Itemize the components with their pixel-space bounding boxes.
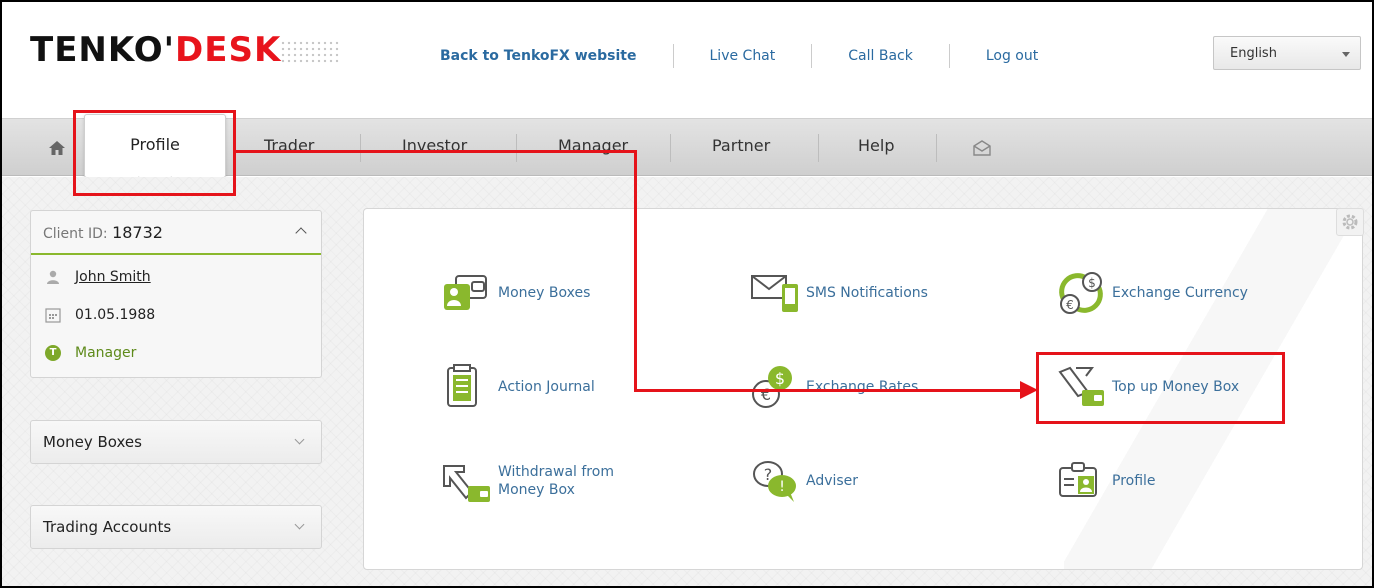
action-journal-icon	[447, 364, 477, 407]
language-value: English	[1230, 46, 1277, 61]
divider	[936, 134, 937, 162]
tile-money-boxes[interactable]: Money Boxes	[442, 270, 590, 316]
chevron-down-icon	[1342, 52, 1350, 57]
tile-money-boxes-label: Money Boxes	[498, 285, 591, 301]
logo-desk: DESK	[175, 30, 282, 70]
svg-text:€: €	[761, 385, 771, 404]
role-badge-icon: T	[45, 345, 61, 361]
client-id-value: 18732	[112, 223, 163, 242]
client-info-panel: Client ID: 18732 John Smith 01.05.1988 T…	[30, 210, 322, 378]
tile-exchange-rates-label: Exchange Rates	[806, 379, 919, 395]
tile-sms-notifications-label: SMS Notifications	[806, 285, 928, 301]
trading-accounts-section[interactable]: Trading Accounts	[30, 505, 322, 549]
tile-adviser[interactable]: ? ! Adviser	[750, 458, 858, 504]
logo-dots-decoration	[280, 40, 340, 64]
tile-profile[interactable]: Profile	[1056, 458, 1156, 504]
svg-text:!: !	[779, 479, 785, 495]
language-select[interactable]: English	[1213, 36, 1361, 70]
money-boxes-section-title: Money Boxes	[43, 433, 142, 451]
tile-exchange-rates[interactable]: € $ Exchange Rates	[750, 364, 918, 410]
svg-text:€: €	[1066, 298, 1074, 312]
logo-tenko: TENKO'	[30, 30, 176, 70]
chevron-up-icon[interactable]	[295, 227, 307, 239]
trading-accounts-section-title: Trading Accounts	[43, 518, 172, 536]
home-icon[interactable]	[48, 139, 66, 157]
nav-help[interactable]: Help	[858, 136, 894, 155]
calendar-icon	[45, 308, 61, 323]
client-role: Manager	[75, 345, 137, 361]
tile-exchange-currency-label: Exchange Currency	[1112, 285, 1248, 301]
tile-withdrawal-label: Withdrawal from Money Box	[498, 463, 614, 499]
tile-exchange-currency[interactable]: $ € Exchange Currency	[1056, 270, 1248, 316]
client-id-header[interactable]: Client ID: 18732	[31, 211, 321, 255]
tile-adviser-label: Adviser	[806, 473, 859, 489]
profile-card-icon	[1059, 462, 1097, 497]
divider	[818, 134, 819, 162]
withdrawal-icon	[443, 465, 490, 502]
divider	[516, 134, 517, 162]
gear-icon	[1342, 214, 1358, 230]
divider	[672, 44, 674, 68]
user-icon	[47, 270, 59, 284]
client-dob: 01.05.1988	[75, 307, 156, 323]
client-name-link[interactable]: John Smith	[75, 269, 151, 285]
client-role-row: T Manager	[45, 345, 136, 361]
annotation-arrowhead	[1020, 381, 1038, 399]
tile-sms-notifications[interactable]: SMS Notifications	[750, 270, 928, 316]
chevron-down-icon	[294, 434, 305, 445]
exchange-currency-icon: $ €	[1059, 272, 1103, 314]
annotation-line	[236, 150, 637, 153]
live-chat-link[interactable]: Live Chat	[710, 48, 776, 64]
tile-withdrawal-from-money-box[interactable]: Withdrawal from Money Box	[442, 458, 614, 504]
client-name-row: John Smith	[45, 269, 151, 285]
tile-action-journal-label: Action Journal	[498, 379, 595, 395]
tile-withdrawal-label-line1: Withdrawal from	[498, 464, 614, 480]
logo[interactable]: TENKO'DESK	[30, 30, 281, 70]
header: TENKO'DESK Back to TenkoFX website Live …	[2, 2, 1372, 102]
top-links: Back to TenkoFX website Live Chat Call B…	[440, 44, 1038, 68]
tile-withdrawal-label-line2: Money Box	[498, 482, 575, 498]
client-dob-row: 01.05.1988	[45, 307, 155, 323]
sms-notifications-icon	[751, 275, 798, 312]
log-out-link[interactable]: Log out	[986, 48, 1038, 64]
divider	[670, 134, 671, 162]
settings-button[interactable]	[1336, 208, 1364, 236]
annotation-line	[634, 150, 637, 392]
annotation-box-top-up	[1036, 352, 1285, 424]
call-back-link[interactable]: Call Back	[848, 48, 913, 64]
tile-action-journal[interactable]: Action Journal	[442, 364, 595, 410]
tile-profile-label: Profile	[1112, 473, 1156, 489]
client-id-label: Client ID:	[43, 226, 113, 242]
divider	[948, 44, 950, 68]
money-boxes-section[interactable]: Money Boxes	[30, 420, 322, 464]
annotation-box-profile	[73, 110, 236, 196]
annotation-line	[634, 389, 1024, 392]
back-to-website-link[interactable]: Back to TenkoFX website	[440, 48, 637, 64]
chevron-down-icon	[294, 519, 305, 530]
divider	[811, 44, 813, 68]
nav-partner[interactable]: Partner	[712, 136, 770, 155]
svg-text:$: $	[1088, 276, 1096, 290]
money-boxes-icon	[444, 275, 487, 310]
app-window: TENKO'DESK Back to TenkoFX website Live …	[0, 0, 1374, 588]
divider	[360, 134, 361, 162]
envelope-icon[interactable]	[972, 139, 992, 157]
adviser-icon: ? !	[753, 461, 796, 502]
svg-text:$: $	[775, 369, 785, 388]
exchange-rates-icon: € $	[752, 366, 792, 408]
